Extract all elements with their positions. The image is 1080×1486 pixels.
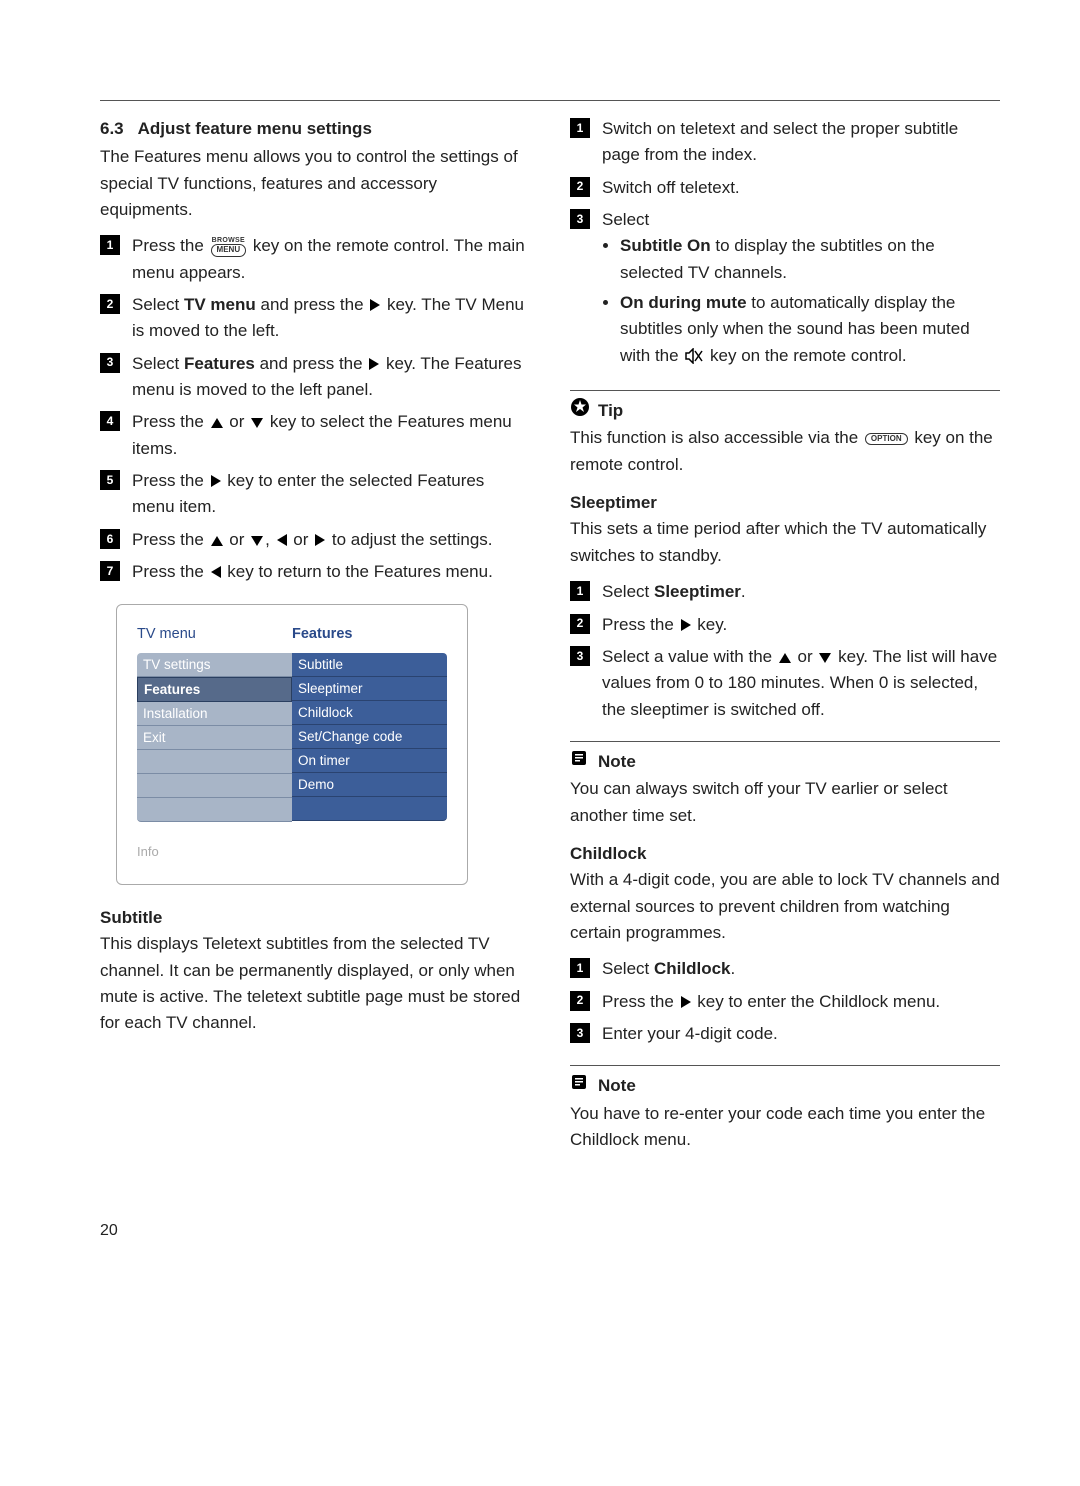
sleep-step-2: Press the key. xyxy=(570,612,1000,638)
child-step-1: Select Childlock. xyxy=(570,956,1000,982)
note-heading: Note xyxy=(570,1065,1000,1100)
menu-left-item: Exit xyxy=(137,726,292,750)
menu-diagram: TV menu Features TV settings Features In… xyxy=(116,604,468,886)
sleep-step-1: Select Sleeptimer. xyxy=(570,579,1000,605)
main-steps-list: Press the BROWSEMENU key on the remote c… xyxy=(100,233,530,585)
child-step-3: Enter your 4-digit code. xyxy=(570,1021,1000,1047)
up-arrow-icon xyxy=(779,653,791,663)
step-2: Select TV menu and press the key. The TV… xyxy=(100,292,530,345)
page-number: 20 xyxy=(100,1219,1000,1244)
subtitle-body: This displays Teletext subtitles from th… xyxy=(100,931,530,1036)
menu-left-item xyxy=(137,798,292,822)
tip-heading: Tip xyxy=(570,390,1000,425)
up-arrow-icon xyxy=(211,536,223,546)
subtitle-bullet-list: Subtitle On to display the subtitles on … xyxy=(620,233,1000,372)
menu-left-item-selected: Features xyxy=(137,677,292,702)
childlock-steps-list: Select Childlock. Press the key to enter… xyxy=(570,956,1000,1047)
menu-right-item xyxy=(292,797,447,821)
left-arrow-icon xyxy=(211,566,221,578)
menu-right-item: Set/Change code xyxy=(292,725,447,749)
step-1: Press the BROWSEMENU key on the remote c… xyxy=(100,233,530,286)
intro-text: The Features menu allows you to control … xyxy=(100,144,530,223)
section-number: 6.3 xyxy=(100,119,124,138)
subtitle-heading: Subtitle xyxy=(100,905,530,931)
child-step-2: Press the key to enter the Childlock men… xyxy=(570,989,1000,1015)
note2-body: You have to re-enter your code each time… xyxy=(570,1101,1000,1154)
down-arrow-icon xyxy=(251,418,263,428)
right-column: Switch on teletext and select the proper… xyxy=(570,116,1000,1159)
note1-body: You can always switch off your TV earlie… xyxy=(570,776,1000,829)
step-6: Press the or , or to adjust the settings… xyxy=(100,527,530,553)
menu-right-item: Demo xyxy=(292,773,447,797)
step-4: Press the or key to select the Features … xyxy=(100,409,530,462)
section-title: Adjust feature menu settings xyxy=(138,119,372,138)
down-arrow-icon xyxy=(819,653,831,663)
childlock-body: With a 4-digit code, you are able to loc… xyxy=(570,867,1000,946)
menu-right-item: On timer xyxy=(292,749,447,773)
menu-left-item: TV settings xyxy=(137,653,292,677)
left-column: 6.3 Adjust feature menu settings The Feat… xyxy=(100,116,530,1159)
childlock-heading: Childlock xyxy=(570,841,1000,867)
down-arrow-icon xyxy=(251,536,263,546)
subtitle-step-3: Select Subtitle On to display the subtit… xyxy=(570,207,1000,372)
subtitle-bullet-1: Subtitle On to display the subtitles on … xyxy=(620,233,1000,286)
menu-right-item: Childlock xyxy=(292,701,447,725)
right-arrow-icon xyxy=(681,619,691,631)
menu-right-col: Subtitle Sleeptimer Childlock Set/Change… xyxy=(292,653,447,822)
right-arrow-icon xyxy=(211,475,221,487)
menu-header-right: Features xyxy=(292,623,447,645)
note-icon xyxy=(570,748,590,776)
sleeptimer-body: This sets a time period after which the … xyxy=(570,516,1000,569)
up-arrow-icon xyxy=(211,418,223,428)
menu-left-item: Installation xyxy=(137,702,292,726)
step-3: Select Features and press the key. The F… xyxy=(100,351,530,404)
right-arrow-icon xyxy=(369,358,379,370)
subtitle-step-2: Switch off teletext. xyxy=(570,175,1000,201)
sleeptimer-steps-list: Select Sleeptimer. Press the key. Select… xyxy=(570,579,1000,723)
menu-info-label: Info xyxy=(137,842,447,862)
note-icon xyxy=(570,1072,590,1100)
subtitle-bullet-2: On during mute to automatically display … xyxy=(620,290,1000,372)
step-7: Press the key to return to the Features … xyxy=(100,559,530,585)
left-arrow-icon xyxy=(277,534,287,546)
note-heading: Note xyxy=(570,741,1000,776)
menu-header-left: TV menu xyxy=(137,623,292,645)
section-heading: 6.3 Adjust feature menu settings xyxy=(100,116,530,142)
step-5: Press the key to enter the selected Feat… xyxy=(100,468,530,521)
right-arrow-icon xyxy=(315,534,325,546)
menu-left-col: TV settings Features Installation Exit xyxy=(137,653,292,822)
menu-right-item: Sleeptimer xyxy=(292,677,447,701)
right-arrow-icon xyxy=(370,299,380,311)
subtitle-step-1: Switch on teletext and select the proper… xyxy=(570,116,1000,169)
mute-key-icon xyxy=(685,346,703,372)
right-arrow-icon xyxy=(681,996,691,1008)
sleeptimer-heading: Sleeptimer xyxy=(570,490,1000,516)
menu-left-item xyxy=(137,774,292,798)
sleep-step-3: Select a value with the or key. The list… xyxy=(570,644,1000,723)
menu-right-item: Subtitle xyxy=(292,653,447,677)
menu-key-icon: BROWSEMENU xyxy=(211,237,247,257)
option-key-icon: OPTION xyxy=(865,433,908,446)
subtitle-steps-list: Switch on teletext and select the proper… xyxy=(570,116,1000,372)
tip-body: This function is also accessible via the… xyxy=(570,425,1000,478)
menu-left-item xyxy=(137,750,292,774)
tip-icon xyxy=(570,397,590,425)
